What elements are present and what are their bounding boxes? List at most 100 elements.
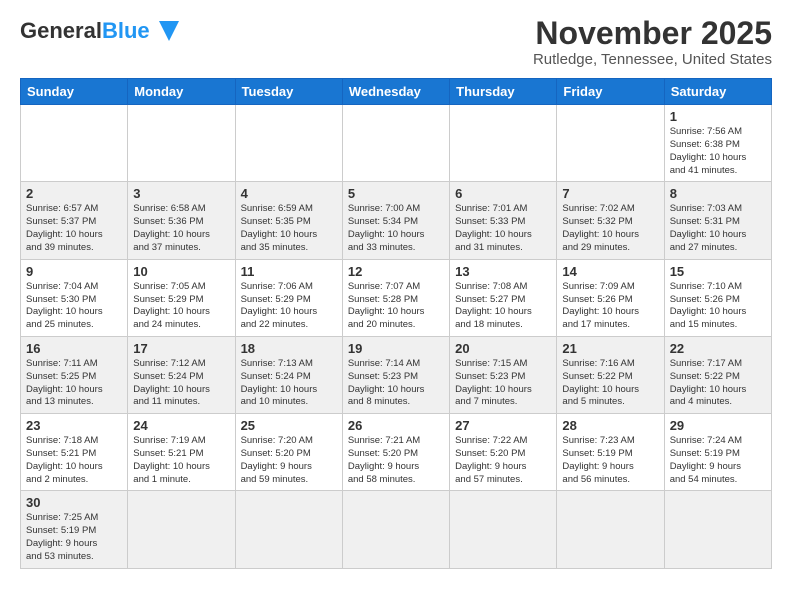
calendar-week-row: 9Sunrise: 7:04 AM Sunset: 5:30 PM Daylig…	[21, 259, 772, 336]
day-info: Sunrise: 6:57 AM Sunset: 5:37 PM Dayligh…	[26, 203, 122, 254]
calendar-cell: 2 Sunrise: 6:57 AM Sunset: 5:37 PM Daylig…	[21, 182, 128, 259]
day-info: Sunrise: 7:14 AM Sunset: 5:23 PM Dayligh…	[348, 358, 444, 409]
day-number: 19	[348, 341, 444, 356]
day-number: 11	[241, 264, 337, 279]
day-number: 20	[455, 341, 551, 356]
col-friday: Friday	[557, 79, 664, 105]
day-number: 1	[670, 109, 766, 124]
calendar-cell: 15 Sunrise: 7:10 AM Sunset: 5:26 PM Dayli…	[664, 259, 771, 336]
calendar-cell	[128, 491, 235, 568]
day-number: 3	[133, 186, 229, 201]
calendar-week-row: 1 Sunrise: 7:56 AM Sunset: 6:38 PM Daylig…	[21, 105, 772, 182]
calendar-cell: 4 Sunrise: 6:59 AM Sunset: 5:35 PM Daylig…	[235, 182, 342, 259]
calendar-cell	[342, 491, 449, 568]
calendar-cell: 21Sunrise: 7:16 AM Sunset: 5:22 PM Dayli…	[557, 336, 664, 413]
header: GeneralBlue November 2025 Rutledge, Tenn…	[20, 16, 772, 68]
day-number: 2	[26, 186, 122, 201]
calendar-header-row: Sunday Monday Tuesday Wednesday Thursday…	[21, 79, 772, 105]
month-title: November 2025	[533, 16, 772, 51]
calendar-cell: 13Sunrise: 7:08 AM Sunset: 5:27 PM Dayli…	[450, 259, 557, 336]
calendar-cell: 9Sunrise: 7:04 AM Sunset: 5:30 PM Daylig…	[21, 259, 128, 336]
day-number: 30	[26, 495, 122, 510]
day-info: Sunrise: 7:06 AM Sunset: 5:29 PM Dayligh…	[241, 281, 337, 332]
day-number: 26	[348, 418, 444, 433]
calendar-cell: 23Sunrise: 7:18 AM Sunset: 5:21 PM Dayli…	[21, 414, 128, 491]
day-number: 17	[133, 341, 229, 356]
calendar-cell: 14 Sunrise: 7:09 AM Sunset: 5:26 PM Dayli…	[557, 259, 664, 336]
day-info: Sunrise: 7:20 AM Sunset: 5:20 PM Dayligh…	[241, 435, 337, 486]
calendar-cell	[21, 105, 128, 182]
calendar-cell: 5 Sunrise: 7:00 AM Sunset: 5:34 PM Daylig…	[342, 182, 449, 259]
day-number: 25	[241, 418, 337, 433]
calendar-cell: 6 Sunrise: 7:01 AM Sunset: 5:33 PM Daylig…	[450, 182, 557, 259]
logo-icon	[154, 16, 184, 46]
calendar-week-row: 2 Sunrise: 6:57 AM Sunset: 5:37 PM Daylig…	[21, 182, 772, 259]
day-info: Sunrise: 7:09 AM Sunset: 5:26 PM Dayligh…	[562, 281, 658, 332]
col-sunday: Sunday	[21, 79, 128, 105]
day-info: Sunrise: 7:23 AM Sunset: 5:19 PM Dayligh…	[562, 435, 658, 486]
col-thursday: Thursday	[450, 79, 557, 105]
day-number: 29	[670, 418, 766, 433]
day-info: Sunrise: 7:00 AM Sunset: 5:34 PM Dayligh…	[348, 203, 444, 254]
col-wednesday: Wednesday	[342, 79, 449, 105]
day-info: Sunrise: 7:22 AM Sunset: 5:20 PM Dayligh…	[455, 435, 551, 486]
day-number: 14	[562, 264, 658, 279]
day-number: 22	[670, 341, 766, 356]
location: Rutledge, Tennessee, United States	[533, 51, 772, 68]
calendar-cell	[128, 105, 235, 182]
calendar-cell: 26 Sunrise: 7:21 AM Sunset: 5:20 PM Dayli…	[342, 414, 449, 491]
title-block: November 2025 Rutledge, Tennessee, Unite…	[533, 16, 772, 68]
day-info: Sunrise: 7:15 AM Sunset: 5:23 PM Dayligh…	[455, 358, 551, 409]
day-number: 23	[26, 418, 122, 433]
day-number: 16	[26, 341, 122, 356]
day-info: Sunrise: 7:03 AM Sunset: 5:31 PM Dayligh…	[670, 203, 766, 254]
calendar-cell: 25 Sunrise: 7:20 AM Sunset: 5:20 PM Dayli…	[235, 414, 342, 491]
calendar-cell	[664, 491, 771, 568]
col-saturday: Saturday	[664, 79, 771, 105]
day-number: 28	[562, 418, 658, 433]
calendar-cell: 20 Sunrise: 7:15 AM Sunset: 5:23 PM Dayli…	[450, 336, 557, 413]
day-info: Sunrise: 7:05 AM Sunset: 5:29 PM Dayligh…	[133, 281, 229, 332]
day-info: Sunrise: 7:10 AM Sunset: 5:26 PM Dayligh…	[670, 281, 766, 332]
calendar-cell: 10 Sunrise: 7:05 AM Sunset: 5:29 PM Dayli…	[128, 259, 235, 336]
calendar-cell: 27 Sunrise: 7:22 AM Sunset: 5:20 PM Dayli…	[450, 414, 557, 491]
calendar-cell	[557, 491, 664, 568]
day-info: Sunrise: 7:56 AM Sunset: 6:38 PM Dayligh…	[670, 126, 766, 177]
calendar-cell: 3Sunrise: 6:58 AM Sunset: 5:36 PM Daylig…	[128, 182, 235, 259]
day-number: 4	[241, 186, 337, 201]
day-number: 10	[133, 264, 229, 279]
day-number: 6	[455, 186, 551, 201]
day-info: Sunrise: 7:21 AM Sunset: 5:20 PM Dayligh…	[348, 435, 444, 486]
day-info: Sunrise: 6:59 AM Sunset: 5:35 PM Dayligh…	[241, 203, 337, 254]
day-info: Sunrise: 7:04 AM Sunset: 5:30 PM Dayligh…	[26, 281, 122, 332]
calendar-cell: 22 Sunrise: 7:17 AM Sunset: 5:22 PM Dayli…	[664, 336, 771, 413]
day-number: 15	[670, 264, 766, 279]
day-number: 27	[455, 418, 551, 433]
calendar-cell: 12Sunrise: 7:07 AM Sunset: 5:28 PM Dayli…	[342, 259, 449, 336]
day-number: 5	[348, 186, 444, 201]
calendar-week-row: 16Sunrise: 7:11 AM Sunset: 5:25 PM Dayli…	[21, 336, 772, 413]
calendar-cell: 1 Sunrise: 7:56 AM Sunset: 6:38 PM Daylig…	[664, 105, 771, 182]
day-info: Sunrise: 7:07 AM Sunset: 5:28 PM Dayligh…	[348, 281, 444, 332]
calendar-week-row: 30Sunrise: 7:25 AM Sunset: 5:19 PM Dayli…	[21, 491, 772, 568]
day-number: 24	[133, 418, 229, 433]
day-info: Sunrise: 7:24 AM Sunset: 5:19 PM Dayligh…	[670, 435, 766, 486]
day-info: Sunrise: 7:19 AM Sunset: 5:21 PM Dayligh…	[133, 435, 229, 486]
day-number: 21	[562, 341, 658, 356]
calendar-cell	[450, 105, 557, 182]
logo: GeneralBlue	[20, 16, 184, 46]
calendar-cell: 30Sunrise: 7:25 AM Sunset: 5:19 PM Dayli…	[21, 491, 128, 568]
day-number: 8	[670, 186, 766, 201]
calendar-cell: 24 Sunrise: 7:19 AM Sunset: 5:21 PM Dayli…	[128, 414, 235, 491]
calendar-cell: 7Sunrise: 7:02 AM Sunset: 5:32 PM Daylig…	[557, 182, 664, 259]
calendar-cell: 28 Sunrise: 7:23 AM Sunset: 5:19 PM Dayli…	[557, 414, 664, 491]
calendar-cell: 18Sunrise: 7:13 AM Sunset: 5:24 PM Dayli…	[235, 336, 342, 413]
calendar-cell	[235, 105, 342, 182]
day-info: Sunrise: 7:01 AM Sunset: 5:33 PM Dayligh…	[455, 203, 551, 254]
calendar-cell: 19 Sunrise: 7:14 AM Sunset: 5:23 PM Dayli…	[342, 336, 449, 413]
calendar: Sunday Monday Tuesday Wednesday Thursday…	[20, 78, 772, 569]
day-number: 13	[455, 264, 551, 279]
day-number: 18	[241, 341, 337, 356]
calendar-cell: 29 Sunrise: 7:24 AM Sunset: 5:19 PM Dayli…	[664, 414, 771, 491]
day-info: Sunrise: 7:17 AM Sunset: 5:22 PM Dayligh…	[670, 358, 766, 409]
